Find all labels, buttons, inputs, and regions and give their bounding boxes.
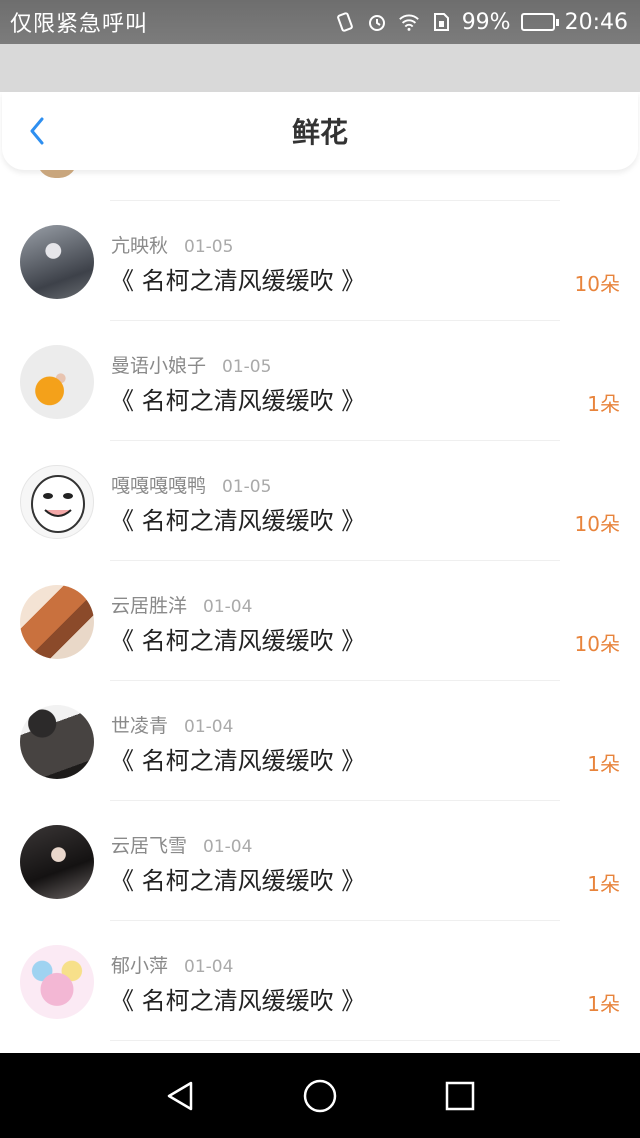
battery-icon bbox=[520, 13, 559, 31]
list-item[interactable]: 曼语小娘子 01-05 《 名柯之清风缓缓吹 》 1朵 bbox=[0, 321, 640, 440]
book-title: 《 名柯之清风缓缓吹 》 bbox=[110, 507, 366, 535]
book-title: 《 名柯之清风缓缓吹 》 bbox=[110, 387, 366, 415]
header: 鲜花 bbox=[2, 92, 638, 170]
username: 亢映秋 01-05 bbox=[111, 235, 234, 257]
list-item[interactable]: 云居胜洋 01-04 《 名柯之清风缓缓吹 》 10朵 bbox=[0, 561, 640, 680]
list-item[interactable]: 云居飞雪 01-04 《 名柯之清风缓缓吹 》 1朵 bbox=[0, 801, 640, 920]
flower-count: 1朵 bbox=[587, 992, 620, 1016]
username: 云居飞雪 01-04 bbox=[111, 835, 253, 857]
list-item[interactable]: 嘎嘎嘎嘎鸭 01-05 《 名柯之清风缓缓吹 》 10朵 bbox=[0, 441, 640, 560]
avatar[interactable] bbox=[20, 225, 94, 299]
nav-recents-button[interactable] bbox=[438, 1074, 482, 1118]
username: 曼语小娘子 01-05 bbox=[111, 355, 272, 377]
list-item-partial bbox=[0, 170, 640, 200]
vibrate-icon bbox=[334, 11, 356, 33]
book-title: 《 名柯之清风缓缓吹 》 bbox=[110, 987, 366, 1015]
date: 01-04 bbox=[184, 957, 234, 977]
back-button[interactable] bbox=[22, 116, 52, 146]
list-item[interactable]: 世凌青 01-04 《 名柯之清风缓缓吹 》 1朵 bbox=[0, 681, 640, 800]
divider bbox=[110, 1040, 560, 1041]
date: 01-04 bbox=[203, 597, 253, 617]
meme-face-icon bbox=[31, 475, 85, 533]
gift-list[interactable]: 亢映秋 01-05 《 名柯之清风缓缓吹 》 10朵 曼语小娘子 01-05 《 名… bbox=[0, 170, 640, 1053]
flower-count: 1朵 bbox=[587, 392, 620, 416]
chevron-left-icon bbox=[30, 117, 44, 145]
sim-icon bbox=[430, 11, 452, 33]
header-backdrop bbox=[0, 44, 640, 92]
avatar[interactable] bbox=[20, 945, 94, 1019]
avatar bbox=[37, 170, 77, 178]
alarm-icon bbox=[366, 11, 388, 33]
wifi-icon bbox=[398, 11, 420, 33]
flower-count: 1朵 bbox=[587, 872, 620, 896]
username: 嘎嘎嘎嘎鸭 01-05 bbox=[111, 475, 272, 497]
nav-back-button[interactable] bbox=[158, 1074, 202, 1118]
avatar[interactable] bbox=[20, 585, 94, 659]
date: 01-05 bbox=[184, 237, 234, 257]
page-title: 鲜花 bbox=[291, 116, 348, 149]
username: 云居胜洋 01-04 bbox=[111, 595, 253, 617]
book-title: 《 名柯之清风缓缓吹 》 bbox=[110, 867, 366, 895]
list-item[interactable]: 郁小萍 01-04 《 名柯之清风缓缓吹 》 1朵 bbox=[0, 921, 640, 1040]
flower-count: 10朵 bbox=[574, 632, 620, 656]
flower-count: 10朵 bbox=[574, 512, 620, 536]
date: 01-05 bbox=[222, 477, 272, 497]
avatar[interactable] bbox=[20, 465, 94, 539]
home-circle-icon bbox=[303, 1079, 337, 1112]
system-nav-bar bbox=[0, 1053, 640, 1138]
flower-count: 10朵 bbox=[574, 272, 620, 296]
battery-percent: 99% bbox=[461, 9, 511, 35]
avatar[interactable] bbox=[20, 345, 94, 419]
date: 01-05 bbox=[222, 357, 272, 377]
book-title: 《 名柯之清风缓缓吹 》 bbox=[110, 267, 366, 295]
date: 01-04 bbox=[184, 717, 234, 737]
carrier-text: 仅限紧急呼叫 bbox=[10, 12, 149, 37]
list-item[interactable]: 亢映秋 01-05 《 名柯之清风缓缓吹 》 10朵 bbox=[0, 201, 640, 320]
username: 郁小萍 01-04 bbox=[111, 955, 234, 977]
username: 世凌青 01-04 bbox=[111, 715, 234, 737]
avatar[interactable] bbox=[20, 825, 94, 899]
status-bar: 仅限紧急呼叫 99% 20:46 bbox=[0, 0, 640, 44]
date: 01-04 bbox=[203, 837, 253, 857]
status-icons: 99% 20:46 bbox=[334, 10, 628, 35]
flower-count: 1朵 bbox=[587, 752, 620, 776]
recents-square-icon bbox=[445, 1081, 475, 1110]
nav-home-button[interactable] bbox=[298, 1074, 342, 1118]
back-triangle-icon bbox=[167, 1081, 193, 1110]
avatar[interactable] bbox=[20, 705, 94, 779]
book-title: 《 名柯之清风缓缓吹 》 bbox=[110, 747, 366, 775]
status-time: 20:46 bbox=[564, 9, 628, 35]
book-title: 《 名柯之清风缓缓吹 》 bbox=[110, 627, 366, 655]
